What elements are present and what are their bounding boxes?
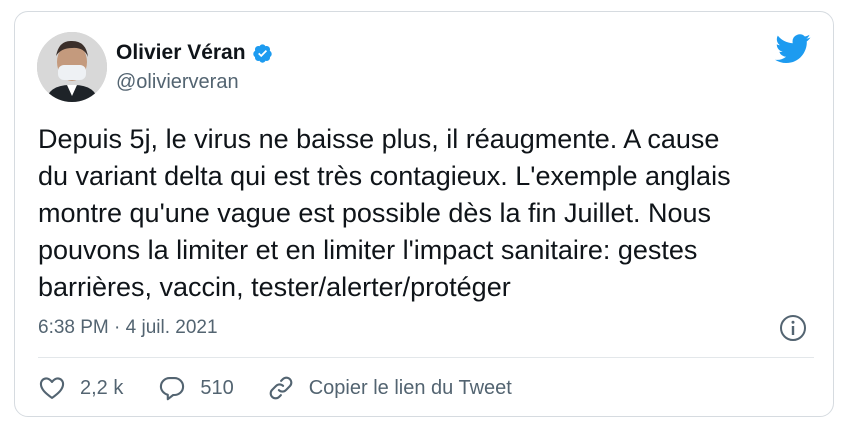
author-handle[interactable]: @olivierveran: [116, 70, 239, 94]
author-name-text: Olivier Véran: [116, 41, 246, 64]
twitter-bird-icon[interactable]: [775, 34, 811, 64]
tweet-timestamp[interactable]: 6:38 PM · 4 juil. 2021: [38, 316, 218, 340]
reply-button[interactable]: 510: [158, 374, 234, 402]
like-count: 2,2 k: [80, 376, 124, 399]
tweet-card: Olivier Véran @olivierveran Depuis 5j, l…: [14, 11, 834, 417]
tweet-text: Depuis 5j, le virus ne baisse plus, il r…: [38, 124, 731, 302]
divider: [38, 357, 814, 358]
copy-link-button[interactable]: Copier le lien du Tweet: [267, 374, 512, 402]
avatar-image: [37, 32, 107, 102]
reply-count: 510: [200, 376, 234, 399]
like-button[interactable]: 2,2 k: [38, 374, 123, 402]
link-icon: [269, 376, 293, 400]
verified-badge-icon: [252, 43, 272, 63]
speech-bubble-icon: [160, 377, 185, 401]
avatar[interactable]: [37, 32, 107, 102]
copy-link-label: Copier le lien du Tweet: [308, 376, 512, 399]
info-icon[interactable]: [779, 314, 807, 342]
tweet-actions: 2,2 k 510 Copier le lien du Tweet: [38, 372, 512, 404]
author-name[interactable]: Olivier Véran: [116, 40, 273, 66]
heart-icon: [39, 377, 65, 399]
